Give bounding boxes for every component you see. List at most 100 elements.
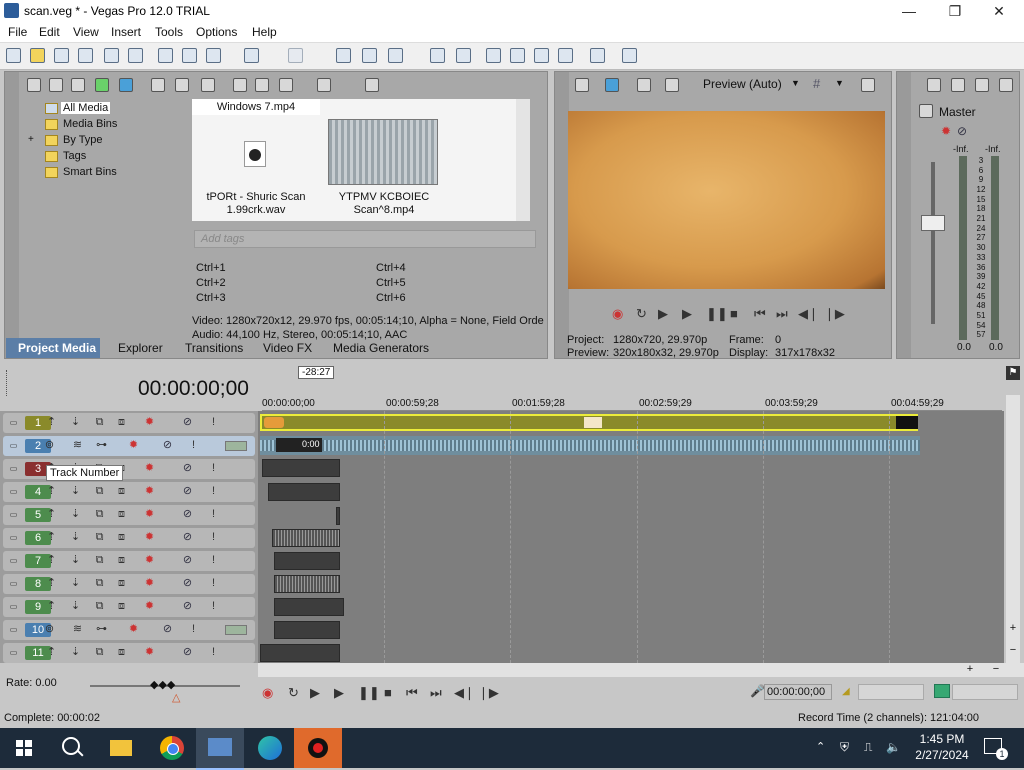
tree-item-tags[interactable]: Tags [63, 150, 86, 162]
overlays-icon[interactable]: # [813, 76, 820, 91]
add-tags-input[interactable]: Add tags [194, 230, 536, 248]
zoom-tool-icon[interactable] [558, 48, 573, 63]
track-fx-icon[interactable]: ⧈ [115, 600, 128, 613]
chevron-down-icon[interactable]: ▼ [835, 78, 844, 88]
show-hidden-icons-icon[interactable]: ⌃ [816, 740, 825, 753]
new-project-icon[interactable] [6, 48, 21, 63]
next-frame-icon[interactable]: ❘▶ [478, 685, 499, 701]
vegas-taskbar-icon[interactable] [196, 728, 244, 770]
track-motion-icon[interactable]: ⧉ [93, 554, 106, 567]
track-fx-icon[interactable]: ≋ [71, 623, 84, 636]
go-to-start-icon[interactable]: ⏮ [406, 685, 418, 701]
track-fx-icon[interactable]: ✹ [143, 577, 156, 590]
downmix-icon[interactable] [951, 78, 965, 92]
media-item-name[interactable]: YTPMV KCBOIEC Scan^8.mp4 [326, 191, 442, 217]
track-fx-icon[interactable]: ⧈ [115, 508, 128, 521]
save-as-icon[interactable] [78, 48, 93, 63]
copy-snapshot-icon[interactable] [861, 78, 875, 92]
extract-audio-icon[interactable] [95, 78, 109, 92]
ignore-grouping-icon[interactable] [510, 48, 525, 63]
track-motion-icon[interactable]: ⧉ [93, 485, 106, 498]
import-media-icon[interactable] [27, 78, 41, 92]
track-mute-icon[interactable]: ⊘ [181, 485, 194, 498]
stop-icon[interactable]: ■ [384, 685, 392, 700]
clock-time[interactable]: 1:45 PM [912, 732, 972, 746]
play-icon[interactable]: ▶ [334, 685, 344, 701]
track3-clip[interactable] [262, 459, 340, 477]
paste-icon[interactable] [206, 48, 221, 63]
track-minimize-icon[interactable]: ▭ [7, 439, 20, 452]
compositing-child-icon[interactable]: ⇣ [69, 600, 82, 613]
remove-media-icon[interactable] [151, 78, 165, 92]
play-icon[interactable]: ▶ [682, 306, 692, 322]
dim-output-icon[interactable] [975, 78, 989, 92]
track-minimize-icon[interactable]: ▭ [7, 646, 20, 659]
stop-icon[interactable]: ■ [730, 306, 738, 321]
track-fx-icon[interactable]: ✹ [143, 600, 156, 613]
track-fx-icon[interactable]: ✹ [127, 439, 140, 452]
track-solo-icon[interactable]: ! [207, 600, 220, 613]
track-mute-icon[interactable]: ⊘ [181, 600, 194, 613]
timeline-timecode[interactable]: 00:00:00;00 [138, 377, 249, 401]
track-solo-icon[interactable]: ! [207, 646, 220, 659]
save-icon[interactable] [54, 48, 69, 63]
volume-icon[interactable]: 🔈 [886, 740, 901, 754]
next-frame-icon[interactable]: ❘▶ [824, 306, 845, 322]
menu-insert[interactable]: Insert [111, 25, 141, 39]
properties-icon[interactable] [128, 48, 143, 63]
track4-clip[interactable] [268, 483, 340, 501]
menu-view[interactable]: View [73, 25, 99, 39]
previous-frame-icon[interactable]: ◀❘ [454, 685, 475, 701]
split-screen-icon[interactable] [665, 78, 679, 92]
menu-edit[interactable]: Edit [39, 25, 60, 39]
tree-item-by-type[interactable]: By Type [63, 134, 103, 146]
track-fx-icon[interactable]: ✹ [143, 462, 156, 475]
views-icon[interactable] [317, 78, 331, 92]
zoom-out-vertical-icon[interactable]: − [1007, 644, 1019, 656]
track8-clip[interactable] [274, 575, 340, 593]
track-mute-icon[interactable]: ⊘ [181, 577, 194, 590]
render-as-icon[interactable] [104, 48, 119, 63]
track7-clip[interactable] [274, 552, 340, 570]
pause-icon[interactable]: ❚❚ [706, 306, 728, 322]
track-fx-icon[interactable]: ⧈ [115, 531, 128, 544]
compositing-child-icon[interactable]: ⇣ [69, 554, 82, 567]
record-icon[interactable]: ◉ [612, 306, 623, 322]
track6-clip[interactable] [272, 529, 340, 547]
copy-icon[interactable] [182, 48, 197, 63]
microphone-icon[interactable]: 🎤 [750, 684, 765, 698]
go-to-end-icon[interactable]: ⏭ [776, 306, 788, 322]
track-minimize-icon[interactable]: ▭ [7, 531, 20, 544]
chrome-icon[interactable] [148, 728, 196, 768]
loop-icon[interactable]: ↻ [636, 306, 647, 322]
track-minimize-icon[interactable]: ▭ [7, 462, 20, 475]
get-photo-icon[interactable] [71, 78, 85, 92]
track-minimize-icon[interactable]: ▭ [7, 508, 20, 521]
menu-help[interactable]: Help [252, 25, 277, 39]
track-minimize-icon[interactable]: ▭ [7, 623, 20, 636]
marker-flag-icon[interactable]: ⚑ [1006, 366, 1020, 380]
track-mute-icon[interactable]: ⊘ [181, 646, 194, 659]
track-mute-icon[interactable]: ⊘ [161, 623, 174, 636]
search-media-icon[interactable] [365, 78, 379, 92]
timeline-horizontal-scrollbar[interactable] [258, 663, 1024, 677]
capture-video-icon[interactable] [49, 78, 63, 92]
track1-clip[interactable] [260, 414, 918, 431]
track-header[interactable]: 4 ⇡ ⇣ ⧉ ⧈ ✹ ⊘! ▭ [3, 482, 255, 502]
composite-mode-icon[interactable]: ⇡ [45, 554, 58, 567]
external-monitor-icon[interactable] [605, 78, 619, 92]
tab-media-generators[interactable]: Media Generators [333, 341, 429, 355]
track-fx-icon[interactable]: ⧈ [115, 646, 128, 659]
media-scrollbar[interactable] [516, 99, 530, 221]
compositing-child-icon[interactable]: ⇣ [69, 646, 82, 659]
cursor-position-field[interactable]: 00:00:00;00 [764, 684, 832, 700]
recorder-app-icon[interactable] [294, 728, 342, 768]
track-mute-icon[interactable]: ⊘ [161, 439, 174, 452]
master-mute-icon[interactable]: ⊘ [957, 124, 967, 138]
track-solo-icon[interactable]: ! [187, 439, 200, 452]
tab-video-fx[interactable]: Video FX [263, 341, 312, 355]
track-fx-icon[interactable]: ⧈ [115, 485, 128, 498]
track-mute-icon[interactable]: ⊘ [181, 416, 194, 429]
master-fader-handle[interactable] [921, 215, 945, 231]
compositing-child-icon[interactable]: ⇣ [69, 485, 82, 498]
